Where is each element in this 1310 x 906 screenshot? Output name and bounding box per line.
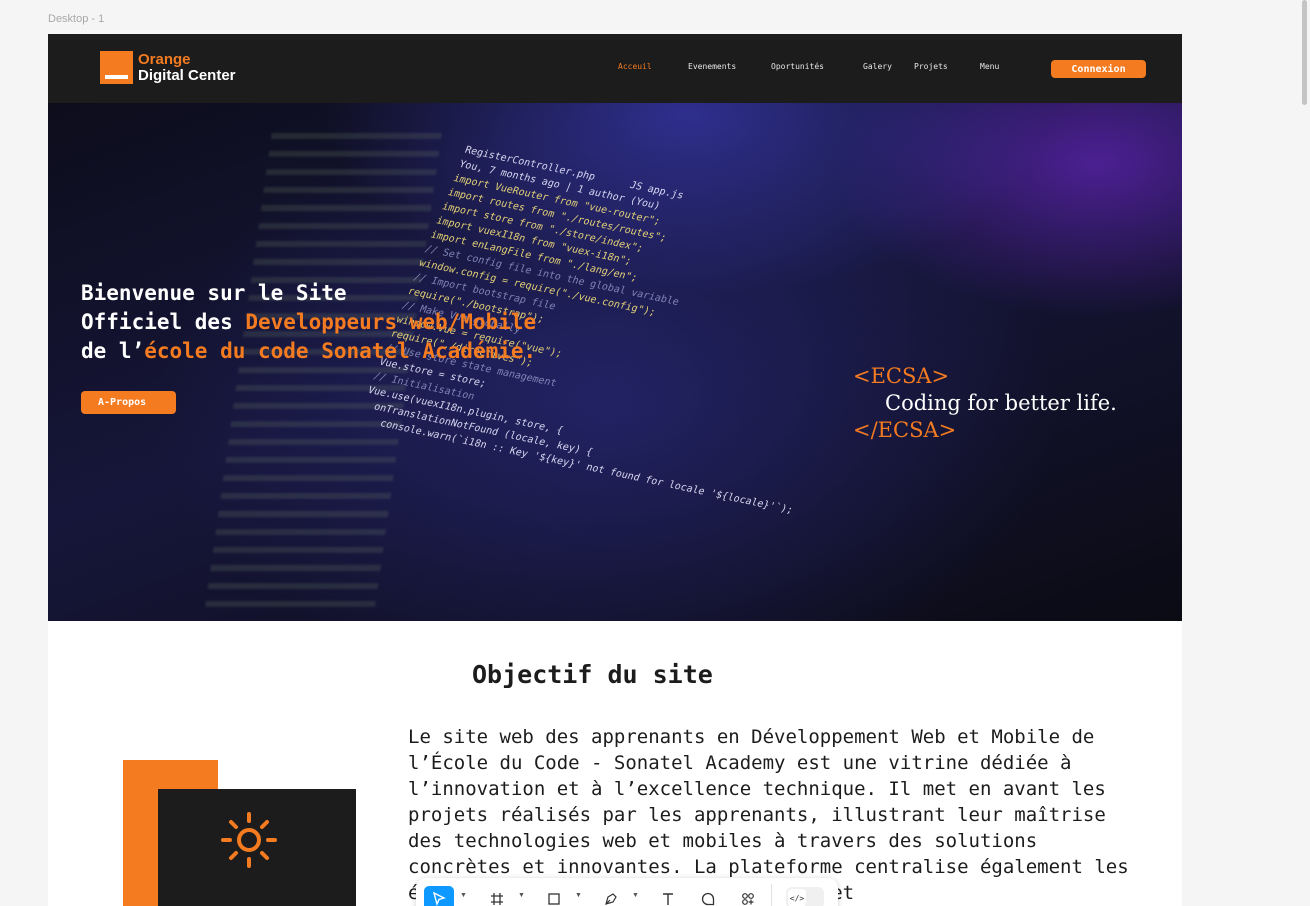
chevron-down-icon[interactable]: ▼ (518, 892, 525, 899)
scrollbar-thumb[interactable] (1302, 0, 1307, 105)
a-propos-button[interactable]: A-Propos (81, 391, 176, 414)
move-tool-button[interactable] (424, 886, 454, 906)
tagline-text: Coding for better life. (885, 391, 1117, 415)
design-toolbar: ▼ ▼ ▼ ▼ </> (416, 878, 838, 906)
desktop-frame: Orange Digital Center Acceuil Evenements… (48, 34, 1182, 906)
chevron-down-icon[interactable]: ▼ (575, 892, 582, 899)
ecsa-tagline: <ECSA> Coding for better life. </ECSA> (853, 363, 1117, 444)
frame-icon (491, 893, 503, 905)
cursor-icon (433, 892, 446, 906)
code-icon: </> (788, 889, 806, 906)
connexion-button[interactable]: Connexion (1051, 60, 1146, 78)
pen-icon (605, 893, 617, 905)
toolbar-divider (771, 884, 772, 906)
comment-icon (701, 892, 715, 906)
text-tool-button[interactable] (653, 886, 683, 906)
nav-galery[interactable]: Galery (863, 62, 892, 71)
logo-line-2: Digital Center (138, 66, 236, 84)
text-icon (663, 893, 673, 905)
nav-acceuil[interactable]: Acceuil (618, 62, 652, 71)
components-icon (742, 893, 754, 905)
sun-icon (221, 812, 277, 868)
nav-projets[interactable]: Projets (914, 62, 948, 71)
orange-logo[interactable]: Orange Digital Center (100, 51, 236, 84)
chevron-down-icon[interactable]: ▼ (632, 892, 639, 899)
frame-tool-button[interactable] (482, 886, 512, 906)
nav-evenements[interactable]: Evenements (688, 62, 736, 71)
shape-tool-button[interactable] (539, 886, 569, 906)
frame-label[interactable]: Desktop - 1 (48, 13, 104, 25)
tagline-open-tag: <ECSA> (853, 364, 950, 388)
orange-logo-icon (100, 51, 133, 84)
actions-tool-button[interactable] (733, 886, 763, 906)
comment-tool-button[interactable] (693, 886, 723, 906)
illustration-dark-card (158, 789, 356, 906)
hero-title: Bienvenue sur le Site Officiel des Devel… (81, 281, 537, 363)
pen-tool-button[interactable] (596, 886, 626, 906)
chevron-down-icon[interactable]: ▼ (460, 892, 467, 899)
nav-oportunites[interactable]: Oportunités (771, 62, 824, 71)
site-header: Orange Digital Center Acceuil Evenements… (48, 34, 1182, 103)
dev-mode-toggle[interactable]: </> (786, 887, 824, 906)
logo-line-1: Orange (138, 50, 191, 68)
rectangle-icon (548, 893, 560, 905)
tagline-close-tag: </ECSA> (853, 418, 957, 442)
objective-title: Objectif du site (472, 660, 713, 689)
nav-menu[interactable]: Menu (980, 62, 999, 71)
hero-banner: RegisterController.php JS app.js You, 7 m… (48, 103, 1182, 621)
